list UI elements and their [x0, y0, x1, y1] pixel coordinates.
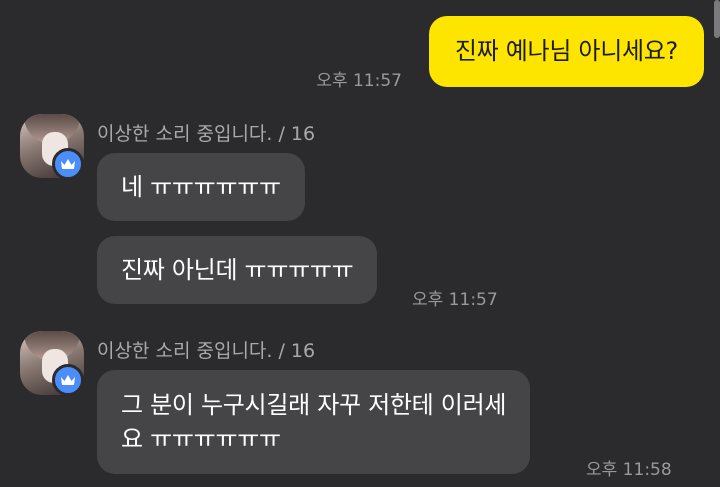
message-time: 오후 11:58	[586, 460, 672, 480]
crown-badge-icon	[52, 148, 84, 180]
crown-badge-icon	[52, 364, 84, 396]
message-text: 진짜 예나님 아니세요?	[454, 37, 678, 65]
incoming-message-bubble[interactable]: 네 ㅠㅠㅠㅠㅠㅠ	[97, 153, 305, 221]
message-text-line: 요 ㅠㅠㅠㅠㅠㅠ	[121, 425, 281, 453]
incoming-message-bubble[interactable]: 그 분이 누구시길래 자꾸 저한테 이러세 요 ㅠㅠㅠㅠㅠㅠ	[97, 370, 531, 474]
message-text-line: 그 분이 누구시길래 자꾸 저한테 이러세	[121, 391, 507, 419]
crown-icon	[61, 159, 75, 169]
message-time: 오후 11:57	[412, 290, 498, 310]
message-text: 네 ㅠㅠㅠㅠㅠㅠ	[121, 173, 281, 201]
sender-name: 이상한 소리 중입니다. / 16	[97, 340, 316, 362]
scrollbar[interactable]	[714, 0, 720, 38]
message-time: 오후 11:57	[316, 71, 402, 91]
crown-icon	[61, 375, 75, 385]
incoming-message-bubble[interactable]: 진짜 아닌데 ㅠㅠㅠㅠㅠ	[97, 236, 378, 304]
message-text: 진짜 아닌데 ㅠㅠㅠㅠㅠ	[121, 256, 354, 284]
chat-screen: { "messages": { "outgoing_1": { "text": …	[0, 0, 720, 487]
outgoing-message-bubble[interactable]: 진짜 예나님 아니세요?	[428, 16, 704, 87]
sender-name: 이상한 소리 중입니다. / 16	[97, 123, 316, 145]
